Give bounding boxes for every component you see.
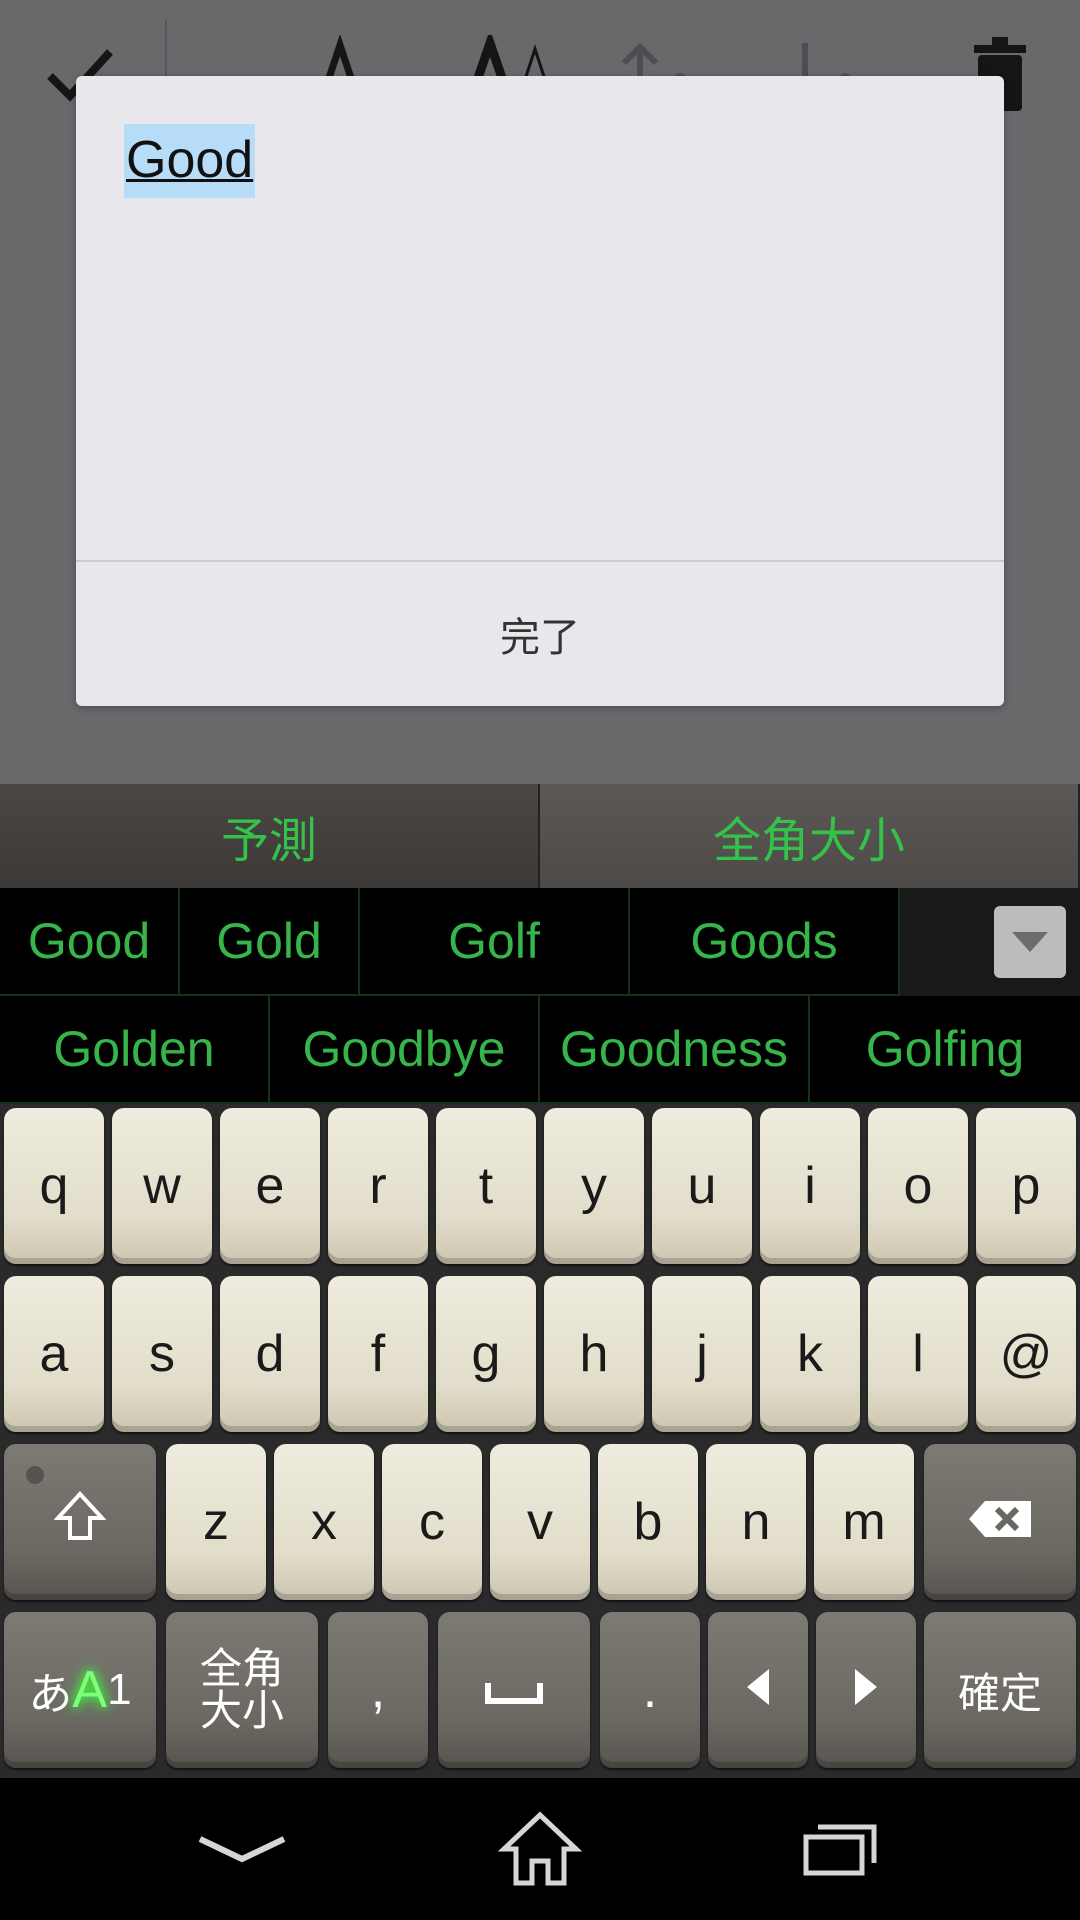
key-g[interactable]: g [436,1276,536,1432]
key-j[interactable]: j [652,1276,752,1432]
zenkaku-line2: 大小 [199,1687,284,1734]
cursor-right-key[interactable] [816,1612,916,1768]
key-w[interactable]: w [112,1108,212,1264]
key-m[interactable]: m [814,1444,914,1600]
system-nav-bar [0,1778,1080,1920]
key-c[interactable]: c [382,1444,482,1600]
candidate-item[interactable]: Goodbye [270,996,540,1104]
comma-key[interactable]: , [328,1612,428,1768]
key-q[interactable]: q [4,1108,104,1264]
key-h[interactable]: h [544,1276,644,1432]
recents-icon[interactable] [760,1778,920,1920]
key-s[interactable]: s [112,1276,212,1432]
zenkaku-line1: 全角 [199,1645,284,1692]
home-icon[interactable] [460,1778,620,1920]
composing-text: Good [124,124,256,198]
mode-alpha-label: A [72,1661,108,1719]
key-f[interactable]: f [328,1276,428,1432]
key-e[interactable]: e [220,1108,320,1264]
key-u[interactable]: u [652,1108,752,1264]
key-y[interactable]: y [544,1108,644,1264]
back-icon[interactable] [162,1778,322,1920]
key-p[interactable]: p [976,1108,1076,1264]
done-button[interactable]: 完了 [76,562,1004,706]
key-l[interactable]: l [868,1276,968,1432]
arrow-right-icon [851,1660,881,1720]
candidate-item[interactable]: Gold [180,888,360,996]
key-a[interactable]: a [4,1276,104,1432]
candidate-item[interactable]: Goods [630,888,900,996]
key-area: q w e r t y u i o p a s d f g h j k l @ … [0,1104,1080,1778]
key-b[interactable]: b [598,1444,698,1600]
zenkaku-case-key[interactable]: 全角 大小 [166,1612,318,1768]
candidate-row-1: Good Gold Golf Goods [0,888,1080,996]
key-r[interactable]: r [328,1108,428,1264]
candidate-item[interactable]: Golden [0,996,270,1104]
key-n[interactable]: n [706,1444,806,1600]
key-o[interactable]: o [868,1108,968,1264]
candidate-item[interactable]: Golf [360,888,630,996]
input-mode-key[interactable]: あ A 1 [4,1612,156,1768]
tab-prediction[interactable]: 予測 [0,784,540,888]
key-i[interactable]: i [760,1108,860,1264]
candidate-expand-area [900,888,1080,996]
tab-zenkaku-case[interactable]: 全角大小 [540,784,1080,888]
expand-candidates-icon[interactable] [994,906,1066,978]
text-input-dialog: Good 完了 [76,76,1004,706]
candidate-item[interactable]: Goodness [540,996,810,1104]
space-icon [484,1660,544,1720]
confirm-key[interactable]: 確定 [924,1612,1076,1768]
keyboard: 予測 全角大小 Good Gold Golf Goods Golden Good… [0,784,1080,1778]
key-v[interactable]: v [490,1444,590,1600]
cursor-left-key[interactable] [708,1612,808,1768]
candidate-item[interactable]: Good [0,888,180,996]
key-k[interactable]: k [760,1276,860,1432]
period-key[interactable]: . [600,1612,700,1768]
dialog-text-field[interactable]: Good [124,124,256,198]
key-t[interactable]: t [436,1108,536,1264]
key-at[interactable]: @ [976,1276,1076,1432]
backspace-key[interactable] [924,1444,1076,1600]
mode-hiragana-label: あ [28,1670,73,1719]
shift-icon [53,1490,107,1555]
candidate-item[interactable]: Golfing [810,996,1080,1104]
key-d[interactable]: d [220,1276,320,1432]
mode-number-label: 1 [107,1665,132,1714]
ime-mode-tabs: 予測 全角大小 [0,784,1080,888]
key-x[interactable]: x [274,1444,374,1600]
arrow-left-icon [743,1660,773,1720]
space-key[interactable] [438,1612,590,1768]
shift-lock-indicator [26,1466,44,1484]
backspace-icon [967,1492,1033,1552]
candidate-row-2: Golden Goodbye Goodness Golfing [0,996,1080,1104]
key-z[interactable]: z [166,1444,266,1600]
shift-key[interactable] [4,1444,156,1600]
